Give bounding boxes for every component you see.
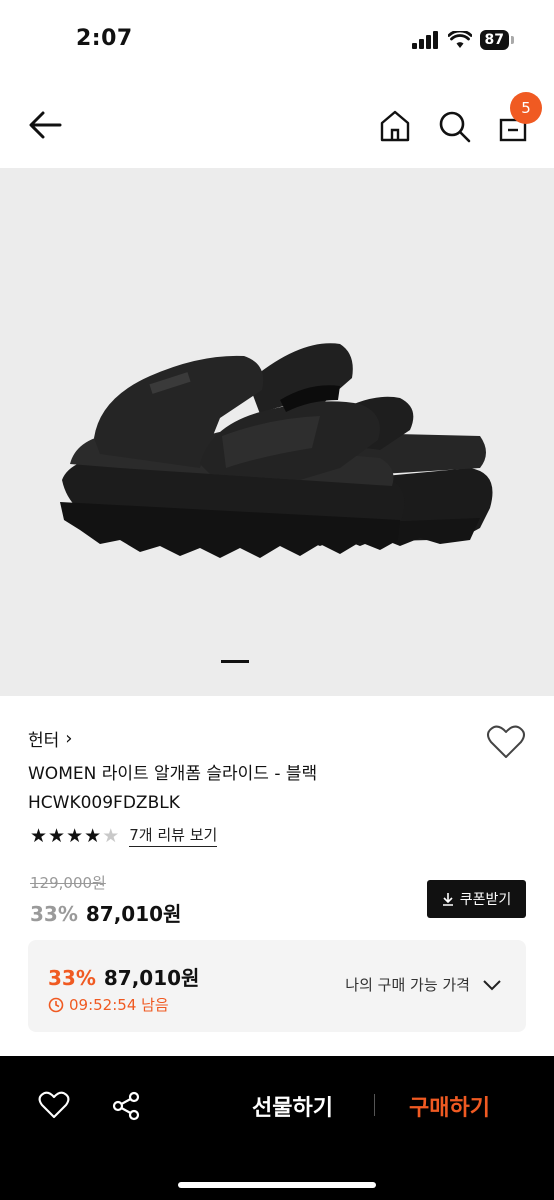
coupon-label: 쿠폰받기	[459, 892, 512, 908]
my-price-label: 나의 구매 가능 가격	[345, 976, 470, 994]
battery-level: 87	[479, 30, 509, 50]
timer-text: 09:52:54 남음	[69, 996, 169, 1014]
home-indicator	[178, 1182, 376, 1188]
chevron-right-icon: ›	[65, 728, 73, 749]
gift-button[interactable]: 선물하기	[252, 1090, 333, 1122]
download-icon	[442, 893, 453, 906]
product-title: WOMEN 라이트 알개폼 슬라이드 - 블랙 HCWK009FDZBLK	[28, 764, 318, 813]
share-button[interactable]	[110, 1090, 142, 1122]
home-icon	[380, 110, 410, 142]
cart-count-badge: 5	[510, 92, 542, 124]
product-image	[60, 343, 493, 558]
buy-button[interactable]: 구매하기	[409, 1090, 490, 1122]
share-icon	[112, 1091, 140, 1121]
heart-icon	[38, 1091, 70, 1119]
back-arrow-icon	[29, 111, 62, 139]
status-icons: 87	[411, 30, 514, 50]
my-price-row: 33% 87,010원	[48, 962, 199, 991]
star-filled-icon: ★	[48, 824, 66, 847]
my-discount-rate: 33%	[48, 966, 96, 990]
star-filled-icon: ★	[84, 824, 102, 847]
battery-indicator: 87	[479, 30, 514, 50]
back-button[interactable]	[26, 108, 64, 142]
price-row: 33% 87,010원	[30, 898, 181, 927]
my-price-toggle[interactable]: 나의 구매 가능 가격	[345, 974, 502, 995]
cellular-signal-icon	[411, 31, 438, 49]
search-button[interactable]	[436, 108, 472, 144]
clock-icon	[48, 997, 64, 1012]
chevron-down-icon	[483, 979, 501, 990]
bar-divider	[374, 1094, 375, 1116]
star-empty-icon: ★	[102, 824, 120, 847]
brand-name: 헌터	[28, 731, 60, 751]
status-bar: 2:07 87	[0, 0, 554, 82]
battery-cap	[511, 36, 514, 44]
review-link[interactable]: 7개 리뷰 보기	[129, 824, 218, 847]
wifi-icon	[447, 31, 472, 48]
heart-icon	[487, 725, 525, 758]
star-filled-icon: ★	[30, 824, 48, 847]
rating-row: ★ ★ ★ ★ ★ 7개 리뷰 보기	[30, 824, 218, 847]
my-price-box[interactable]: 33% 87,010원 09:52:54 남음 나의 구매 가능 가격	[28, 940, 526, 1032]
rating-stars: ★ ★ ★ ★ ★	[30, 825, 119, 847]
discount-rate: 33%	[30, 902, 78, 926]
bottom-action-bar: 선물하기 구매하기	[0, 1056, 554, 1200]
carousel-indicator-active	[221, 660, 249, 663]
brand-link[interactable]: 헌터 ›	[28, 726, 72, 751]
wishlist-button[interactable]	[486, 724, 526, 760]
nav-bar: 5	[0, 82, 554, 168]
search-icon	[439, 111, 471, 143]
status-time: 2:07	[76, 26, 133, 51]
coupon-button[interactable]: 쿠폰받기	[427, 880, 526, 918]
bottom-wishlist-button[interactable]	[38, 1090, 70, 1120]
product-image-carousel[interactable]	[0, 168, 554, 696]
timer-row: 09:52:54 남음	[48, 994, 169, 1015]
my-price: 87,010원	[103, 966, 200, 990]
sale-price: 87,010원	[85, 902, 182, 926]
home-button[interactable]	[378, 108, 412, 144]
original-price: 129,000원	[30, 874, 106, 892]
star-filled-icon: ★	[66, 824, 84, 847]
